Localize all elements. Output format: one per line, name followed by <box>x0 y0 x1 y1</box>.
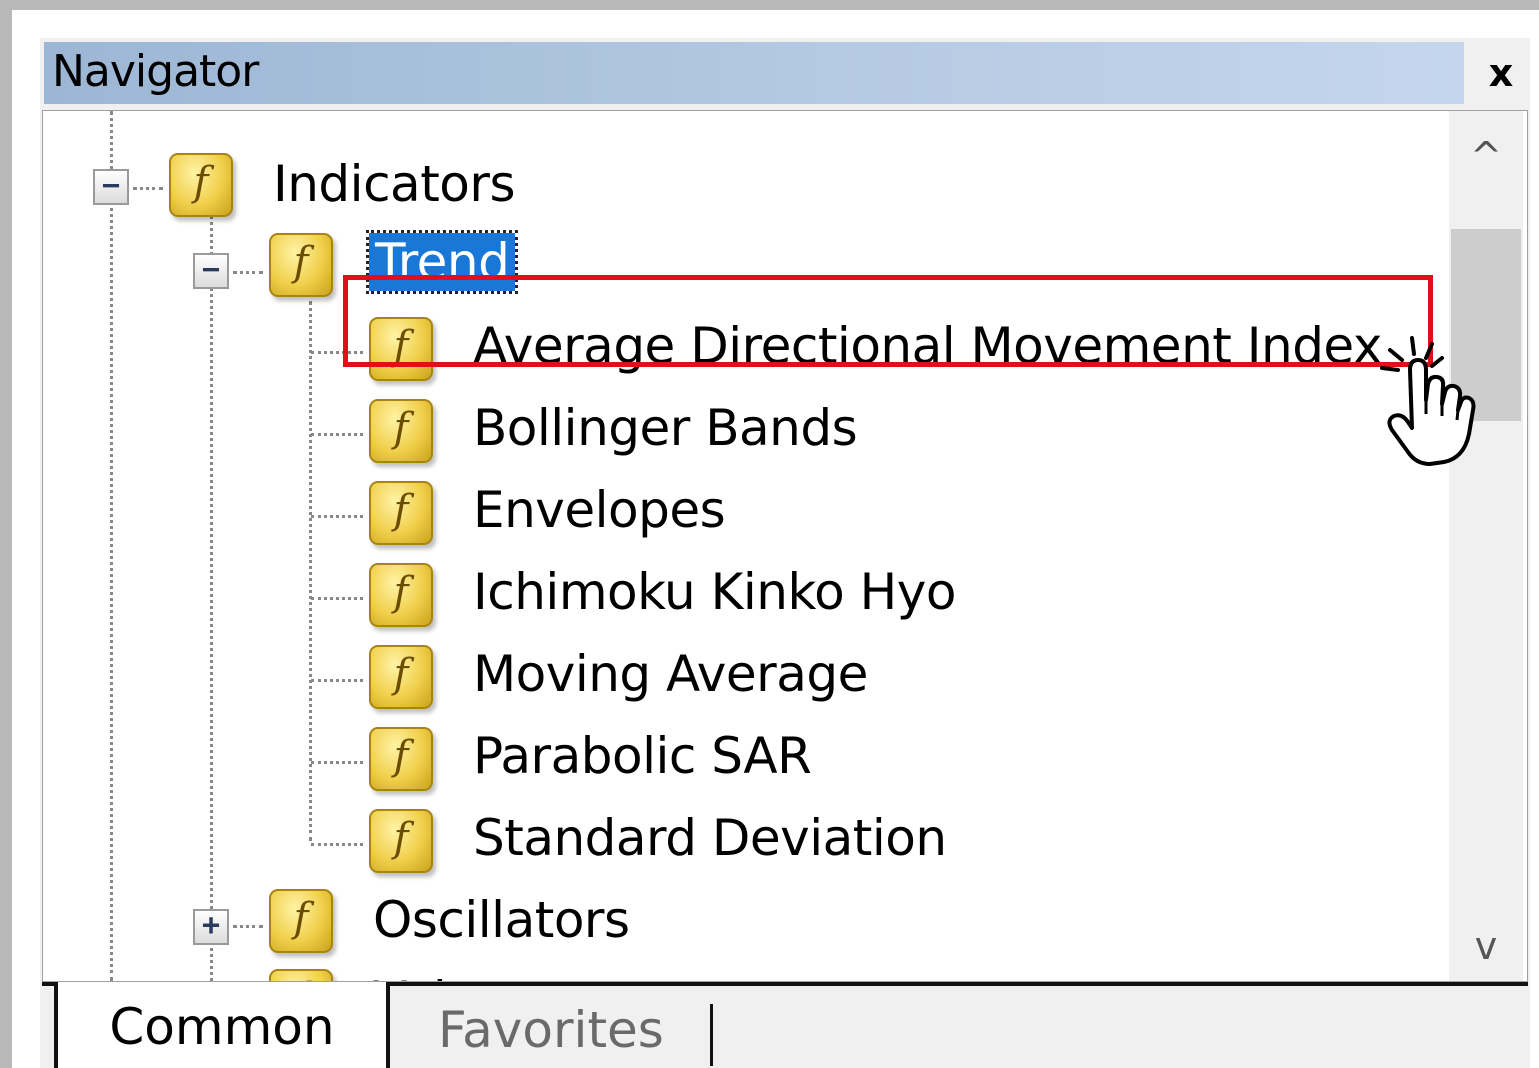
function-icon: f <box>369 399 433 463</box>
function-icon: f <box>369 727 433 791</box>
tree-node-oscillators[interactable]: Oscillators <box>373 891 630 949</box>
function-icon: f <box>369 809 433 873</box>
tree-node-indicators[interactable]: Indicators <box>273 155 516 213</box>
tree-node-parabolic-sar[interactable]: Parabolic SAR <box>473 727 812 785</box>
function-icon: f <box>369 481 433 545</box>
highlight-annotation-box <box>343 275 1433 367</box>
tree-guide-line <box>309 301 312 841</box>
close-button[interactable]: x <box>1476 46 1526 100</box>
screenshot-frame: Navigator x − f Indicators − f Trend f A… <box>0 0 1539 1068</box>
tree-guide-line <box>233 271 263 274</box>
function-icon: f <box>169 153 233 217</box>
tree-node-standard-deviation[interactable]: Standard Deviation <box>473 809 947 867</box>
tree-view[interactable]: − f Indicators − f Trend f Average Direc… <box>42 110 1528 982</box>
tree-guide-line <box>311 843 363 846</box>
tree-guide-line <box>233 925 263 928</box>
tree-guide-line <box>110 111 113 981</box>
tab-favorites[interactable]: Favorites <box>438 986 664 1068</box>
tree-node-bollinger-bands[interactable]: Bollinger Bands <box>473 399 858 457</box>
tree-node-ichimoku[interactable]: Ichimoku Kinko Hyo <box>473 563 956 621</box>
tree-guide-line <box>311 515 363 518</box>
navigator-tab-bar: Common Favorites <box>42 982 1528 1068</box>
tree-guide-line <box>311 433 363 436</box>
scroll-down-chevron-icon[interactable]: v <box>1449 911 1523 981</box>
tree-node-volumes[interactable]: Volumes <box>373 971 582 981</box>
collapse-trend-button[interactable]: − <box>193 253 229 289</box>
tab-common[interactable]: Common <box>54 982 390 1068</box>
window-title: Navigator <box>52 46 259 97</box>
scroll-up-chevron-icon[interactable]: ^ <box>1449 121 1523 191</box>
tree-guide-line <box>133 187 163 190</box>
function-icon: f <box>269 969 333 981</box>
hand-cursor-icon <box>1380 336 1476 466</box>
function-icon: f <box>269 233 333 297</box>
expand-oscillators-button[interactable]: + <box>193 909 229 945</box>
tree-guide-line <box>210 211 213 981</box>
navigator-window: Navigator x − f Indicators − f Trend f A… <box>40 38 1530 1068</box>
function-icon: f <box>269 889 333 953</box>
collapse-indicators-button[interactable]: − <box>93 169 129 205</box>
tree-guide-line <box>311 761 363 764</box>
tab-divider <box>710 1004 713 1066</box>
vertical-scrollbar[interactable]: ^ v <box>1449 111 1523 981</box>
tree-node-moving-average[interactable]: Moving Average <box>473 645 868 703</box>
tree-guide-line <box>311 597 363 600</box>
function-icon: f <box>369 645 433 709</box>
navigator-titlebar[interactable]: Navigator <box>44 42 1464 104</box>
tree-node-envelopes[interactable]: Envelopes <box>473 481 726 539</box>
tree-guide-line <box>311 679 363 682</box>
function-icon: f <box>369 563 433 627</box>
